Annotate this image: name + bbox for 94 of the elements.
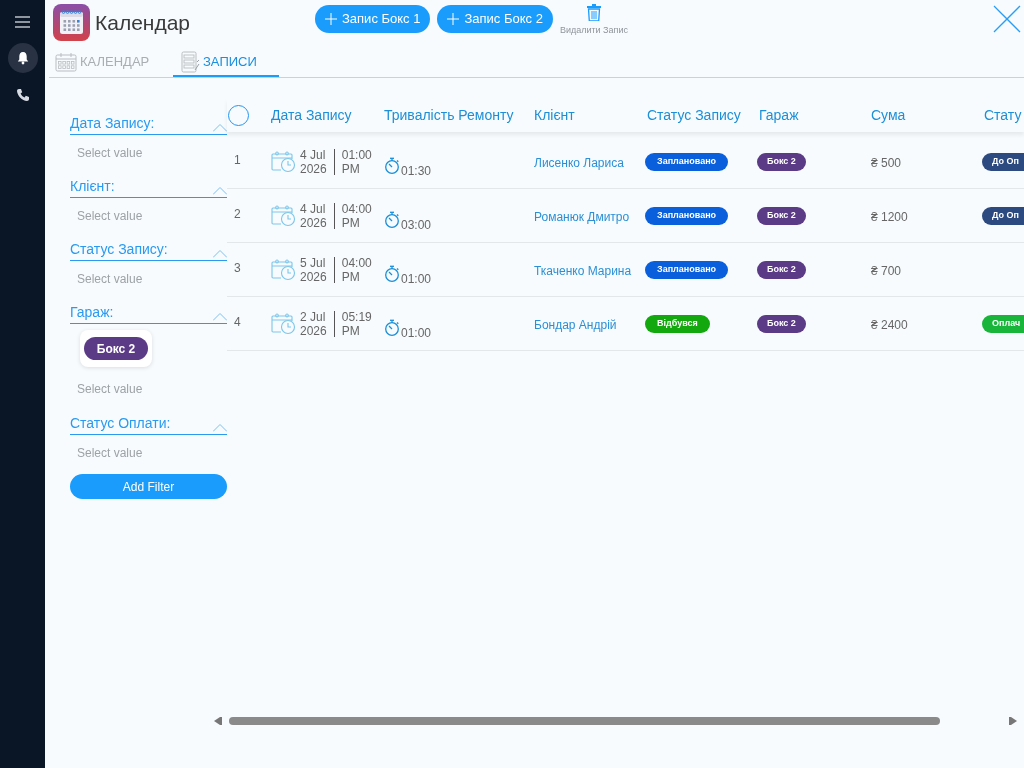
add-record-button[interactable]: Запис Бокс 2 <box>437 5 553 33</box>
date-text: 2 Jul <box>300 309 327 324</box>
calendar-clock-icon <box>271 312 296 335</box>
menu-icon[interactable] <box>15 16 30 28</box>
row-number: 4 <box>234 314 241 329</box>
phone-icon[interactable] <box>15 88 30 102</box>
amount-text: ₴ 1200 <box>871 209 908 224</box>
app-title: Календар <box>95 9 191 36</box>
duration-text: 03:00 <box>401 218 432 232</box>
column-header: Стату <box>984 106 1022 125</box>
amount-text: ₴ 2400 <box>871 317 908 332</box>
amount-text: ₴ 700 <box>871 263 902 278</box>
bell-icon[interactable] <box>7 43 38 73</box>
scroll-left-icon[interactable] <box>214 716 222 726</box>
filter-label: Клієнт: <box>70 177 115 196</box>
stopwatch-icon <box>384 265 400 282</box>
garage-tag: Бокс 2 <box>757 260 806 279</box>
document-stack-icon <box>180 51 200 73</box>
period-text: PM <box>341 269 361 284</box>
year-text: 2026 <box>300 215 327 230</box>
column-header: Гараж <box>759 106 799 125</box>
calendar-clock-icon <box>271 258 296 281</box>
year-text: 2026 <box>300 323 327 338</box>
add-filter-button[interactable]: Add Filter <box>70 474 227 499</box>
column-header: Статус Запису <box>647 106 741 125</box>
scroll-right-icon[interactable] <box>1009 716 1017 726</box>
year-text: 2026 <box>300 269 327 284</box>
period-text: PM <box>341 215 361 230</box>
status-badge: Відбувся <box>645 314 710 333</box>
row-number: 3 <box>234 260 241 275</box>
filter-value-field[interactable]: Select value <box>70 261 227 297</box>
plus-icon <box>447 13 460 25</box>
year-text: 2026 <box>300 161 327 176</box>
date-text: 5 Jul <box>300 255 327 270</box>
payment-badge: Оплач <box>982 314 1024 333</box>
stopwatch-icon <box>384 157 400 174</box>
status-badge: Заплановано <box>645 260 729 279</box>
payment-badge: До Оп <box>982 152 1024 171</box>
chevron-up-icon[interactable] <box>213 250 227 258</box>
filter-value-field[interactable]: Select value <box>70 371 227 407</box>
amount-text: ₴ 500 <box>871 155 902 170</box>
date-text: 4 Jul <box>300 201 327 216</box>
plus-icon <box>325 13 337 25</box>
calendar-icon <box>55 52 77 72</box>
client-link[interactable]: Романюк Дмитро <box>534 209 630 224</box>
column-header: Клієнт <box>534 106 575 125</box>
column-header: Дата Запису <box>271 106 352 125</box>
trash-icon <box>586 4 601 21</box>
filter-value-field[interactable]: Select value <box>70 435 227 471</box>
period-text: PM <box>341 323 361 338</box>
time-text: 04:00 <box>341 201 372 216</box>
filter-value-field[interactable]: Select value <box>70 135 227 171</box>
calendar-app-icon <box>53 4 90 41</box>
garage-tag: Бокс 2 <box>757 314 806 333</box>
duration-text: 01:00 <box>401 272 432 286</box>
stopwatch-icon <box>384 211 400 228</box>
duration-text: 01:00 <box>401 326 432 340</box>
chevron-up-icon[interactable] <box>213 313 227 321</box>
column-header: Сума <box>871 106 906 125</box>
garage-tag[interactable]: Бокс 2 <box>83 337 149 360</box>
chevron-up-icon[interactable] <box>213 424 227 432</box>
row-number: 1 <box>234 152 241 167</box>
filter-label: Статус Оплати: <box>70 414 171 433</box>
status-badge: Заплановано <box>645 206 729 225</box>
payment-badge: До Оп <box>982 206 1024 225</box>
add-record-button[interactable]: Запис Бокс 1 <box>315 5 431 33</box>
delete-button[interactable]: Видалити Запис <box>559 4 628 38</box>
period-text: PM <box>341 161 361 176</box>
filter-label: Гараж: <box>70 303 114 322</box>
garage-tag: Бокс 2 <box>757 152 806 171</box>
column-header: Тривалість Ремонту <box>384 106 514 125</box>
chevron-up-icon[interactable] <box>213 187 227 195</box>
duration-text: 01:30 <box>401 164 432 178</box>
stopwatch-icon <box>384 319 400 336</box>
filter-value-field[interactable]: Select value <box>70 198 227 234</box>
tab[interactable]: КАЛЕНДАР <box>49 49 167 77</box>
time-text: 04:00 <box>341 255 372 270</box>
filter-label: Дата Запису: <box>70 114 155 133</box>
client-link[interactable]: Лисенко Лариса <box>534 155 624 170</box>
filter-label: Статус Запису: <box>70 240 168 259</box>
scrollbar-thumb[interactable] <box>229 717 940 725</box>
close-icon[interactable] <box>993 5 1021 33</box>
time-text: 01:00 <box>341 147 372 162</box>
time-text: 05:19 <box>341 309 372 324</box>
calendar-clock-icon <box>271 150 296 173</box>
row-number: 2 <box>234 206 241 221</box>
status-badge: Заплановано <box>645 152 729 171</box>
chevron-up-icon[interactable] <box>213 124 227 132</box>
tab[interactable]: ЗАПИСИ <box>173 49 279 77</box>
calendar-clock-icon <box>271 204 296 227</box>
garage-tag: Бокс 2 <box>757 206 806 225</box>
date-text: 4 Jul <box>300 147 327 162</box>
client-link[interactable]: Ткаченко Марина <box>534 263 632 278</box>
client-link[interactable]: Бондар Андрій <box>534 317 617 332</box>
